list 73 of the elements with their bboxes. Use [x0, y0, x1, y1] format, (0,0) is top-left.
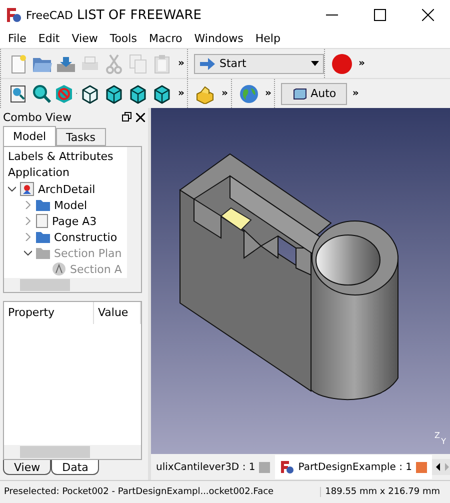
more-chevron[interactable]: » [175, 58, 188, 69]
menu-item[interactable]: Macro [142, 30, 188, 48]
wireframe-cube-icon [80, 84, 100, 104]
cube-icon [152, 84, 172, 104]
dimensions-readout: 189.55 mm x 216.79 mm [320, 487, 450, 497]
axis-label: Y [441, 437, 446, 446]
record-icon [331, 52, 354, 74]
cube-icon [104, 84, 124, 104]
caret-icon [311, 61, 320, 66]
tree-item[interactable]: Model [54, 198, 88, 212]
document-tab[interactable]: PartDesignExample : 1 [275, 455, 432, 479]
app-logo-icon [280, 460, 294, 474]
magnifier-page-icon [9, 84, 27, 104]
scissors-icon [105, 54, 123, 74]
arrow-right-icon [199, 58, 216, 70]
clipboard-icon [153, 54, 171, 74]
vertical-scrollbar[interactable] [127, 147, 141, 278]
printer-icon [80, 54, 100, 72]
cube-icon [128, 84, 148, 104]
menu-item[interactable]: Windows [188, 30, 250, 48]
download-tray-icon [56, 54, 76, 72]
document-icon [20, 182, 34, 196]
auto-button[interactable]: Auto [281, 82, 348, 104]
app-logo-icon [6, 7, 22, 23]
menu-item[interactable]: Tools [104, 30, 143, 48]
magnifier-icon [32, 84, 52, 104]
tree-item[interactable]: Constructio [54, 230, 118, 244]
frame-icon [292, 86, 307, 100]
axis-label: Z [434, 431, 440, 440]
more-chevron[interactable]: » [355, 58, 368, 69]
more-chevron[interactable]: » [262, 88, 274, 99]
minimize-icon [326, 14, 338, 16]
more-chevron[interactable]: » [218, 88, 231, 99]
close-icon [422, 9, 434, 21]
menu-item[interactable]: View [66, 30, 104, 48]
more-chevron[interactable]: » [175, 88, 188, 99]
globe-icon [238, 84, 259, 104]
tree-root: Application [8, 165, 70, 181]
panel-tab[interactable]: Model [3, 126, 56, 146]
folder-icon [36, 199, 50, 211]
folder-icon [36, 247, 50, 259]
workbench-dropdown[interactable]: Start [194, 54, 324, 74]
page-icon [36, 214, 48, 228]
new-document-icon [9, 54, 27, 74]
horizontal-scrollbar[interactable] [4, 445, 141, 459]
copy-icon [129, 54, 147, 74]
maximize-icon [374, 9, 386, 21]
column-header: Property [4, 302, 94, 324]
menu-item[interactable]: Edit [32, 30, 66, 48]
menu-item[interactable]: File [2, 30, 32, 48]
panel-title: Combo View [3, 110, 72, 124]
panel-tab[interactable]: Tasks [56, 128, 106, 146]
more-chevron[interactable]: » [349, 88, 362, 99]
tree-item[interactable]: ArchDetail [38, 182, 96, 196]
section-icon [52, 262, 66, 276]
panel-tab[interactable]: View [3, 460, 52, 475]
window-title: LIST OF FREEWARE [77, 8, 202, 22]
app-name: FreeCAD [26, 8, 74, 22]
column-header: Value [94, 302, 141, 324]
status-message: Preselected: Pocket002 - PartDesignExampl...ocket002.Face [4, 487, 275, 497]
menu-item[interactable]: Help [249, 30, 286, 48]
panel-tab[interactable]: Data [51, 460, 100, 475]
close-icon[interactable] [136, 112, 145, 122]
expand-chevron-down-icon[interactable] [8, 185, 16, 193]
tree-item[interactable]: Page A3 [52, 214, 97, 228]
stair-block-icon [195, 84, 216, 104]
expand-chevron-down-icon[interactable] [24, 249, 32, 257]
tab-close-icon[interactable] [259, 462, 270, 472]
horizontal-scrollbar[interactable] [4, 278, 141, 292]
undock-icon[interactable] [122, 112, 132, 122]
folder-icon [36, 231, 50, 243]
tab-close-icon[interactable] [416, 462, 427, 472]
tree-header: Labels & Attributes [8, 149, 114, 165]
